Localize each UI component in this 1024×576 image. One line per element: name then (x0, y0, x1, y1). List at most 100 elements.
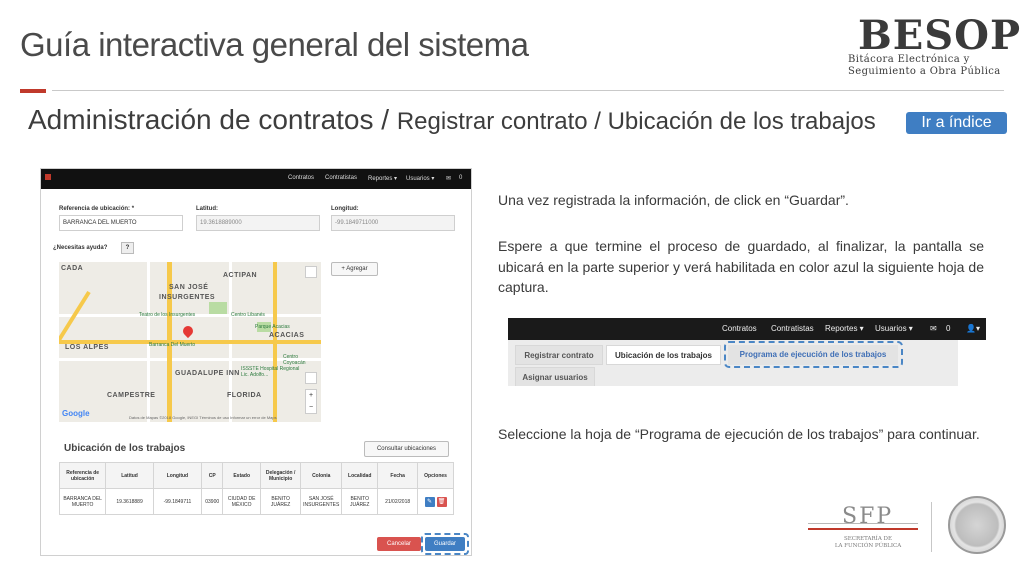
mail-count: 0 (459, 175, 463, 181)
map-label-actipan: ACTIPAN (223, 272, 258, 279)
map-label-acacias: ACACIAS (269, 332, 305, 339)
cell-colonia: SAN JOSÉ INSURGENTES (300, 488, 343, 515)
title-accent-rule (20, 89, 46, 93)
title-divider (52, 90, 1004, 91)
ref-input[interactable]: BARRANCA DEL MUERTO (59, 215, 183, 231)
col-lon: Longitud (152, 462, 203, 489)
google-logo: Google (62, 409, 90, 418)
lat-input: 19.3618889000 (196, 215, 320, 231)
map-label-cada: CADA (61, 265, 84, 272)
logo-line-1: Bitácora Electrónica y (848, 54, 970, 65)
nav-reportes[interactable]: Reportes ▾ (368, 175, 397, 182)
col-fecha: Fecha (377, 462, 419, 489)
street-view-icon[interactable] (305, 372, 317, 384)
instruction-2: Espere a que termine el proceso de guard… (498, 238, 984, 295)
mail-icon[interactable]: ✉ (446, 175, 451, 182)
slide-title: Guía interactiva general del sistema (20, 26, 529, 63)
delete-icon[interactable]: 🗑 (436, 496, 447, 507)
nav2-reportes[interactable]: Reportes ▾ (825, 324, 864, 333)
locations-table-title: Ubicación de los trabajos (64, 443, 186, 454)
cell-lat: 19.3618889 (105, 488, 154, 515)
table-header-row: Referencia de ubicación Latitud Longitud… (58, 462, 454, 489)
nav2-contratos[interactable]: Contratos (722, 324, 757, 333)
col-ref: Referencia de ubicación (58, 462, 107, 489)
ref-label: Referencia de ubicación: * (59, 206, 135, 212)
nav2-usuarios[interactable]: Usuarios ▾ (875, 324, 913, 333)
mail-count-2: 0 (946, 324, 951, 333)
besop-logo: BESOP (858, 12, 1022, 59)
tab-ubicacion[interactable]: Ubicación de los trabajos (606, 345, 721, 365)
map-label-los-alpes: LOS ALPES (65, 344, 109, 351)
zoom-in-icon[interactable]: + (306, 390, 316, 402)
col-lat: Latitud (105, 462, 154, 489)
sfp-sub-1: SECRETARÍA DE (844, 536, 892, 542)
lon-input: -99.1849711000 (331, 215, 455, 231)
user-icon[interactable]: 👤▾ (966, 324, 980, 333)
tab-registrar-contrato[interactable]: Registrar contrato (515, 345, 603, 365)
map-poi-issste: ISSSTE Hospital Regional Lic. Adolfo... (241, 366, 300, 378)
lat-label: Latitud: (196, 206, 218, 212)
location-map[interactable]: CADA ACTIPAN SAN JOSÉ INSURGENTES ACACIA… (59, 262, 321, 422)
cell-estado: CIUDAD DE MÉXICO (222, 488, 262, 515)
map-poi-barranca: Barranca Del Muerto (149, 342, 196, 348)
cell-fecha: 21/02/2018 (377, 488, 419, 515)
mail-icon-2[interactable]: ✉ (930, 324, 937, 333)
map-label-florida: FLORIDA (227, 392, 262, 399)
location-form-screenshot: Contratos Contratistas Reportes ▾ Usuari… (40, 168, 472, 556)
sfp-logo: SFP (842, 504, 894, 529)
edit-icon[interactable]: ✎ (424, 496, 435, 507)
consult-locations-button[interactable]: Consultar ubicaciones (364, 441, 449, 457)
logo-line-2: Seguimiento a Obra Pública (848, 66, 1001, 77)
nav-contratistas[interactable]: Contratistas (325, 175, 357, 181)
cell-localidad: BENITO JUÁREZ (341, 488, 379, 515)
footer-divider (931, 502, 932, 552)
sfp-accent-rule (808, 528, 918, 530)
save-highlight (421, 533, 469, 555)
cell-lon: -99.1849711 (152, 488, 203, 515)
col-estado: Estado (222, 462, 262, 489)
tab-asignar-usuarios[interactable]: Asignar usuarios (515, 367, 595, 386)
map-poi-teatro: Teatro de los Insurgentes (139, 312, 196, 318)
map-poi-centro-coyoacan: Centro Coyoacán (283, 354, 306, 366)
help-label: ¿Necesitas ayuda? (53, 245, 108, 251)
nav2-contratistas[interactable]: Contratistas (771, 324, 814, 333)
col-colonia: Colonia (300, 462, 343, 489)
nav-usuarios[interactable]: Usuarios ▾ (406, 175, 434, 182)
national-seal-icon (948, 496, 1006, 554)
nav-contratos[interactable]: Contratos (288, 175, 314, 181)
top-navbar: Contratos Contratistas Reportes ▾ Usuari… (41, 169, 471, 189)
map-poi-parque-acacias: Parque Acacias (255, 324, 290, 330)
instruction-3: Seleccione la hoja de “Programa de ejecu… (498, 426, 980, 442)
sfp-sub-2: LA FUNCIÓN PÚBLICA (834, 543, 902, 549)
zoom-out-icon[interactable]: − (306, 402, 316, 414)
col-opciones: Opciones (417, 462, 454, 489)
map-credits: Datos de Mapas ©2018 Google, INEGI Térmi… (129, 415, 277, 420)
locations-table: Referencia de ubicación Latitud Longitud… (58, 462, 454, 515)
add-location-button[interactable]: + Agregar (331, 262, 378, 276)
besop-logo-subtitle: Bitácora Electrónica y Seguimiento a Obr… (848, 54, 1008, 78)
sfp-rule (808, 523, 918, 524)
index-button[interactable]: Ir a índice (906, 112, 1007, 134)
fullscreen-icon[interactable] (305, 266, 317, 278)
cell-cp: 03900 (201, 488, 224, 515)
section-main: Administración de contratos / (28, 104, 397, 135)
table-row: BARRANCA DEL MUERTO 19.3618889 -99.18497… (58, 488, 454, 515)
col-delegacion: Delegación / Municipio (260, 462, 302, 489)
map-label-guadalupe-inn: GUADALUPE INN (175, 370, 240, 377)
instruction-1: Una vez registrada la información, de cl… (498, 192, 849, 208)
help-button[interactable]: ? (121, 242, 134, 254)
cell-ref: BARRANCA DEL MUERTO (58, 488, 107, 515)
map-label-san-jose: SAN JOSÉ (169, 284, 209, 291)
sfp-subtitle: SECRETARÍA DE LA FUNCIÓN PÚBLICA (828, 536, 908, 550)
app-logo-icon (45, 174, 51, 180)
map-poi-centro-libanes: Centro Libanés (231, 312, 265, 318)
lon-label: Longitud: (331, 206, 359, 212)
col-localidad: Localidad (341, 462, 379, 489)
zoom-control[interactable]: + − (305, 389, 317, 414)
top-navbar-2: Contratos Contratistas Reportes ▾ Usuari… (508, 318, 986, 340)
map-label-insurgentes: INSURGENTES (159, 294, 216, 301)
cancel-button[interactable]: Cancelar (377, 537, 421, 551)
section-sub: Registrar contrato / Ubicación de los tr… (396, 108, 876, 135)
programa-tab-highlight (724, 341, 903, 368)
col-cp: CP (201, 462, 224, 489)
